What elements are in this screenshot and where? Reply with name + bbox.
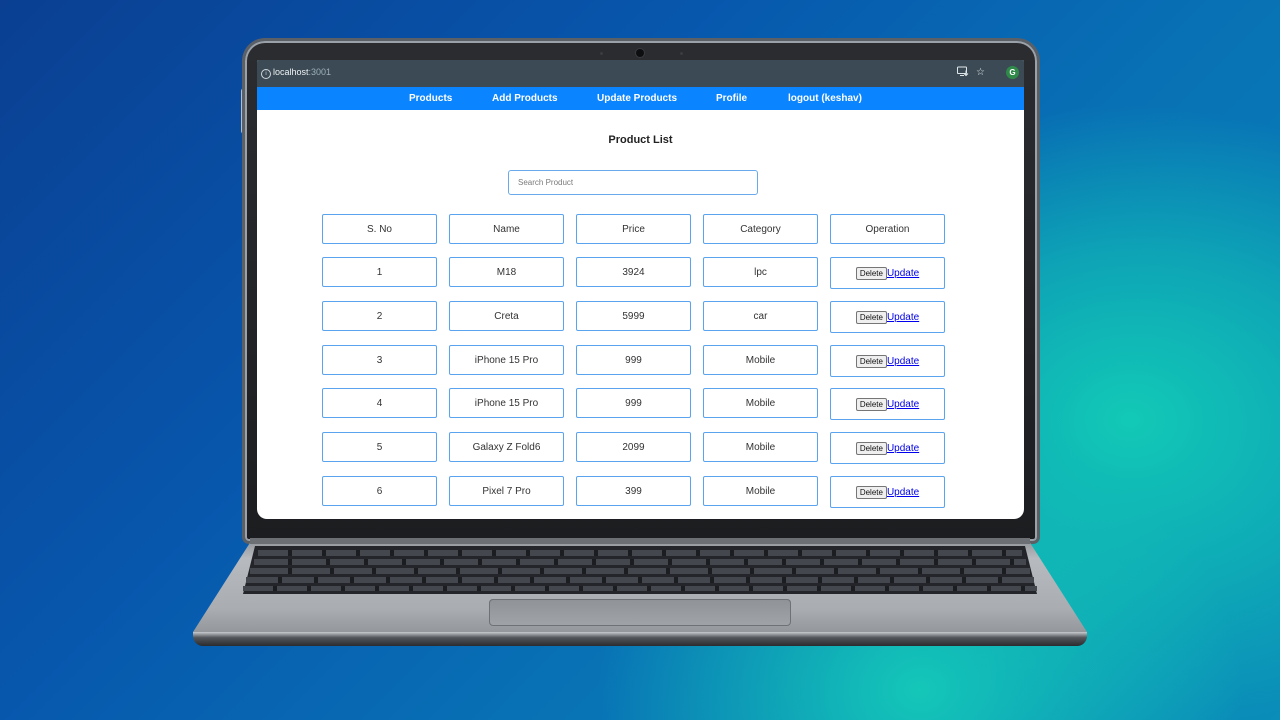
top-navbar: Products Add Products Update Products Pr… [257,87,1024,110]
cell-operation: Delete Update [830,345,945,377]
cell-category: Mobile [703,345,818,375]
delete-button[interactable]: Delete [855,354,887,368]
delete-button[interactable]: Delete [855,397,887,411]
keyboard-row [243,586,1037,591]
cell-category: lpc [703,257,818,287]
page-title: Product List [608,134,673,146]
url-host: localhost [273,67,309,77]
cell-price: 999 [576,388,691,418]
column-header-name: Name [449,214,564,244]
cell-price: 5999 [576,301,691,331]
cell-name: M18 [449,257,564,287]
column-header-operation: Operation [830,214,945,244]
update-link[interactable]: Update [887,356,919,367]
webcam [636,49,644,57]
cell-sno: 4 [322,388,437,418]
keyboard-row [250,568,1030,574]
keyboard-row [258,550,1022,556]
column-header-sno: S. No [322,214,437,244]
cell-operation: Delete Update [830,432,945,464]
camera-sensor-dot [600,52,603,55]
laptop-hinge [250,538,1030,544]
cell-sno: 3 [322,345,437,375]
cell-name: Galaxy Z Fold6 [449,432,564,462]
nav-update-products[interactable]: Update Products [597,93,677,104]
column-header-price: Price [576,214,691,244]
cell-sno: 6 [322,476,437,506]
camera-sensor-dot [680,52,683,55]
cell-name: iPhone 15 Pro [449,345,564,375]
update-link[interactable]: Update [887,268,919,279]
browser-address-bar: i localhost:3001 ☆ G [257,60,1024,87]
update-link[interactable]: Update [887,443,919,454]
cell-price: 2099 [576,432,691,462]
delete-button[interactable]: Delete [855,310,887,324]
cell-category: car [703,301,818,331]
column-header-category: Category [703,214,818,244]
delete-button[interactable]: Delete [855,441,887,455]
browser-window: i localhost:3001 ☆ G Products Add Produc… [257,60,1024,519]
update-link[interactable]: Update [887,487,919,498]
cell-category: Mobile [703,432,818,462]
cell-sno: 1 [322,257,437,287]
install-app-icon[interactable] [957,66,969,82]
cell-sno: 5 [322,432,437,462]
update-link[interactable]: Update [887,312,919,323]
cell-price: 399 [576,476,691,506]
delete-button[interactable]: Delete [855,485,887,499]
trackpad [489,599,791,626]
cell-name: Creta [449,301,564,331]
cell-category: Mobile [703,388,818,418]
update-link[interactable]: Update [887,399,919,410]
nav-profile[interactable]: Profile [716,93,747,104]
cell-operation: Delete Update [830,301,945,333]
keyboard-row [254,559,1026,565]
cell-price: 3924 [576,257,691,287]
laptop-base-edge [193,632,1087,646]
search-input[interactable] [508,170,758,195]
url-port: :3001 [308,67,332,77]
cell-name: Pixel 7 Pro [449,476,564,506]
cell-category: Mobile [703,476,818,506]
delete-button[interactable]: Delete [855,266,887,280]
keyboard-row [246,577,1034,583]
cell-operation: Delete Update [830,257,945,289]
info-icon[interactable]: i [261,69,271,79]
nav-logout[interactable]: logout (keshav) [788,93,862,104]
cell-price: 999 [576,345,691,375]
url-field[interactable]: localhost:3001 [273,67,331,77]
nav-products[interactable]: Products [409,93,452,104]
extension-g-icon[interactable]: G [1006,66,1019,79]
bookmark-star-icon[interactable]: ☆ [976,66,985,80]
cell-sno: 2 [322,301,437,331]
cell-operation: Delete Update [830,388,945,420]
cell-operation: Delete Update [830,476,945,508]
cell-name: iPhone 15 Pro [449,388,564,418]
nav-add-products[interactable]: Add Products [492,93,558,104]
